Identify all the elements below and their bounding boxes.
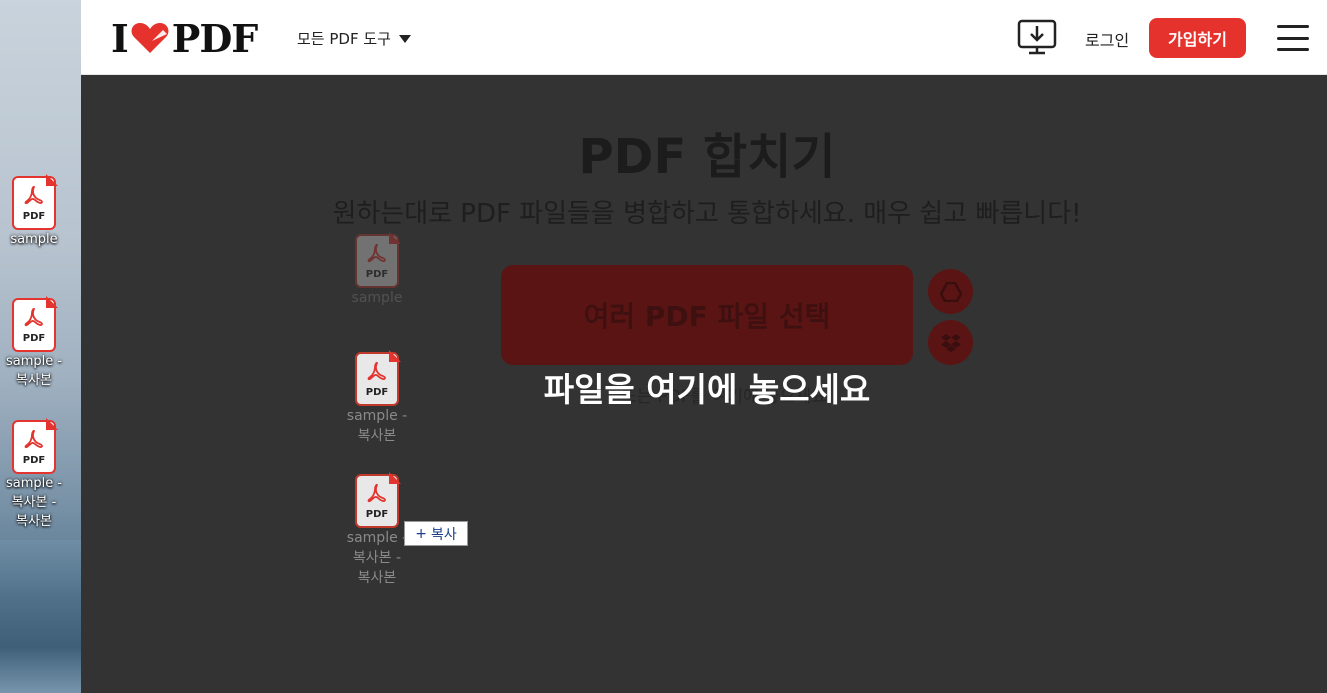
- all-pdf-tools-menu[interactable]: 모든 PDF 도구: [297, 28, 411, 49]
- dragged-file-label: sample: [351, 290, 403, 306]
- desktop-wallpaper-sea: [0, 540, 81, 693]
- copy-drag-tooltip: + 복사: [404, 521, 468, 546]
- desktop-background: PDF sample PDF sample - 복사본 PDF sample -…: [0, 0, 81, 693]
- desktop-file-sample[interactable]: PDF sample: [0, 174, 68, 249]
- copy-tooltip-label: 복사: [430, 526, 457, 543]
- logo-letter-i: I: [111, 15, 129, 61]
- chevron-down-icon: [398, 34, 411, 43]
- desktop-file-label: sample - 복사본: [5, 354, 63, 388]
- pdf-file-icon: PDF: [355, 232, 401, 288]
- signup-button[interactable]: 가입하기: [1149, 18, 1246, 58]
- select-pdf-files-button[interactable]: 여러 PDF 파일 선택: [501, 265, 913, 365]
- page-title: PDF 합치기: [578, 129, 836, 185]
- site-header: I PDF 모든 PDF 도구 로그인 가입하기: [81, 0, 1327, 75]
- google-drive-icon[interactable]: [928, 269, 973, 314]
- desktop-file-label: sample - 복사본 - 복사본: [5, 476, 63, 529]
- ilovepdf-logo[interactable]: I PDF: [111, 15, 259, 61]
- pdf-file-icon: PDF: [12, 174, 58, 230]
- page-subtitle: 원하는대로 PDF 파일들을 병합하고 통합하세요. 매우 쉽고 빠릅니다!: [332, 199, 1082, 229]
- heart-icon: [131, 23, 169, 53]
- logo-text-pdf: PDF: [171, 15, 259, 61]
- download-desktop-icon[interactable]: [1017, 18, 1057, 56]
- desktop-file-label: sample: [10, 232, 58, 247]
- drop-files-message: 파일을 여기에 놓으세요: [543, 370, 871, 409]
- pdf-file-icon: PDF: [355, 472, 401, 528]
- desktop-file-sample-copy-copy[interactable]: PDF sample - 복사본 - 복사본: [0, 418, 68, 531]
- dragged-file-label: sample - 복사본: [346, 408, 408, 444]
- pdf-file-icon: PDF: [12, 418, 58, 474]
- hamburger-menu-icon[interactable]: [1277, 25, 1309, 51]
- pdf-file-icon: PDF: [12, 296, 58, 352]
- dragged-file-label: sample - 복사본 - 복사본: [346, 530, 407, 586]
- pdf-file-icon: PDF: [355, 350, 401, 406]
- dragged-file-ghost: PDF sample: [337, 232, 417, 308]
- drop-overlay[interactable]: PDF 합치기 원하는대로 PDF 파일들을 병합하고 통합하세요. 매우 쉽고…: [81, 75, 1327, 693]
- dropbox-icon[interactable]: [928, 320, 973, 365]
- dragged-file-ghost: PDF sample - 복사본: [337, 350, 417, 446]
- login-link[interactable]: 로그인: [1085, 27, 1129, 51]
- tools-menu-label: 모든 PDF 도구: [297, 30, 391, 48]
- desktop-file-sample-copy[interactable]: PDF sample - 복사본: [0, 296, 68, 390]
- plus-icon: +: [415, 525, 427, 542]
